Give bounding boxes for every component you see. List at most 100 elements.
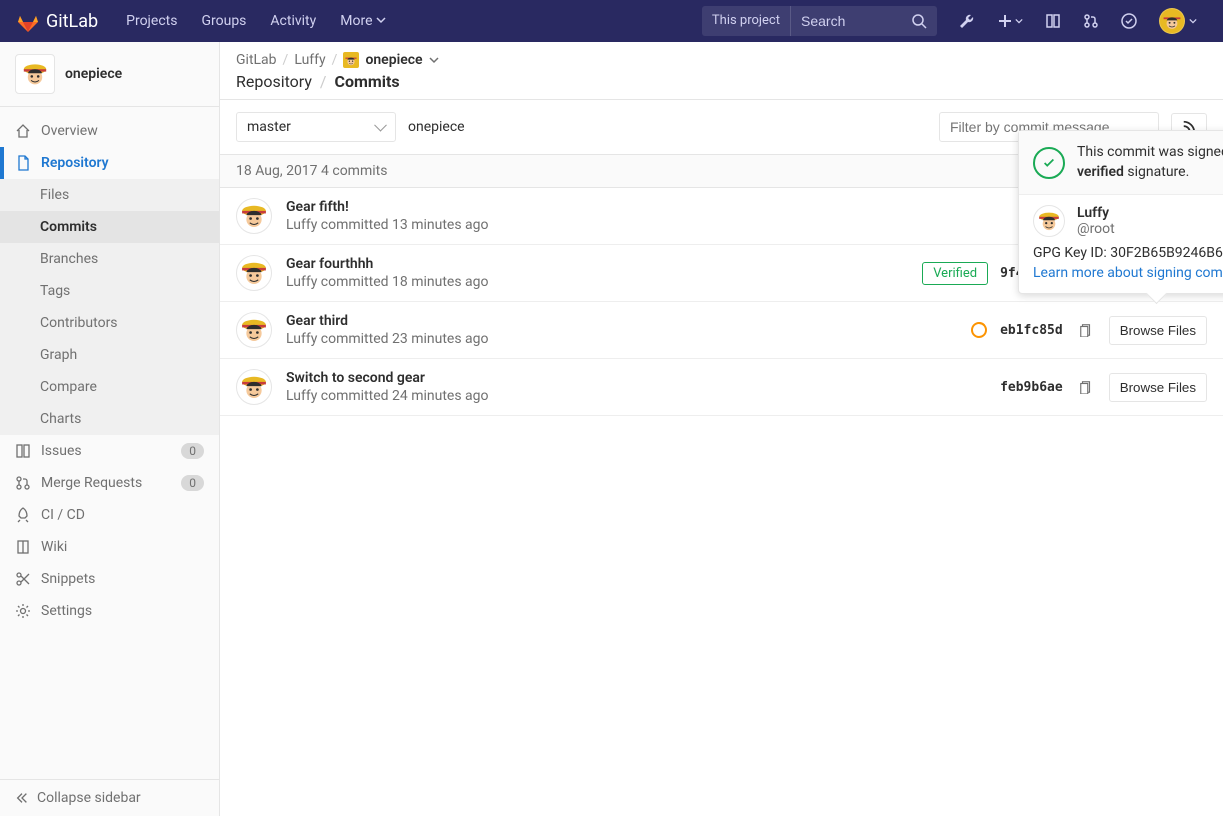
commit-row: Gear third Luffy committed 23 minutes ag… — [220, 302, 1223, 359]
issues-count-badge: 0 — [181, 443, 204, 459]
issues-icon — [15, 443, 31, 459]
verified-check-icon — [1033, 147, 1065, 179]
browse-files-button[interactable]: Browse Files — [1109, 316, 1207, 345]
clipboard-icon — [1079, 323, 1093, 337]
sidebar-item-snippets[interactable]: Snippets — [0, 563, 219, 595]
doc-icon — [15, 155, 31, 171]
wrench-icon — [959, 13, 975, 29]
chevron-down-icon — [376, 15, 386, 25]
sidebar-sub-contributors[interactable]: Contributors — [0, 307, 219, 339]
search-scope[interactable]: This project — [702, 6, 791, 36]
mr-shortcut[interactable] — [1073, 0, 1109, 42]
sidebar-item-wiki[interactable]: Wiki — [0, 531, 219, 563]
commit-row: Switch to second gear Luffy committed 24… — [220, 359, 1223, 416]
popover-user-avatar-icon — [1033, 205, 1065, 237]
issues-icon — [1045, 13, 1061, 29]
collapse-sidebar-button[interactable]: Collapse sidebar — [0, 779, 219, 816]
main: GitLab / Luffy / onepiece Repository / C… — [220, 42, 1223, 816]
popover-key: GPG Key ID: 30F2B65B9246B6CA — [1019, 241, 1223, 265]
sidebar-sub-files[interactable]: Files — [0, 179, 219, 211]
commit-title[interactable]: Switch to second gear — [286, 370, 986, 386]
sidebar-item-issues[interactable]: Issues 0 — [0, 435, 219, 467]
top-nav: GitLab Projects Groups Activity More Thi… — [0, 0, 1223, 42]
sidebar-sub-commits[interactable]: Commits — [0, 211, 219, 243]
popover-user-handle: @root — [1077, 221, 1115, 237]
crumb-project[interactable]: onepiece — [365, 52, 422, 68]
todos-shortcut[interactable] — [1111, 0, 1147, 42]
commit-sha[interactable]: eb1fc85d — [1000, 323, 1063, 338]
sidebar-item-label: Repository — [41, 155, 109, 171]
sidebar-sub-tags[interactable]: Tags — [0, 275, 219, 307]
sidebar-sub-charts[interactable]: Charts — [0, 403, 219, 435]
learn-more-link[interactable]: Learn more about signing commits — [1033, 265, 1223, 281]
search-input[interactable] — [791, 13, 901, 29]
check-circle-icon — [1121, 13, 1137, 29]
sidebar-item-merge-requests[interactable]: Merge Requests 0 — [0, 467, 219, 499]
commit-meta: Luffy committed 13 minutes ago — [286, 217, 983, 233]
crumb-project-avatar-icon — [343, 52, 359, 68]
nav-activity[interactable]: Activity — [258, 0, 328, 42]
sidebar-item-label: Merge Requests — [41, 475, 142, 491]
admin-icon[interactable] — [949, 0, 985, 42]
scissors-icon — [15, 571, 31, 587]
sidebar-sub-compare[interactable]: Compare — [0, 371, 219, 403]
crumb-group[interactable]: Luffy — [294, 52, 325, 68]
sidebar-item-label: Settings — [41, 603, 92, 619]
project-avatar-icon — [15, 54, 55, 94]
user-avatar-icon — [1159, 8, 1185, 34]
browse-files-button[interactable]: Browse Files — [1109, 373, 1207, 402]
sidebar-sub-graph[interactable]: Graph — [0, 339, 219, 371]
user-menu[interactable] — [1149, 0, 1207, 42]
book-icon — [15, 539, 31, 555]
nav-groups[interactable]: Groups — [189, 0, 258, 42]
copy-sha-button[interactable] — [1075, 376, 1097, 398]
sidebar-item-cicd[interactable]: CI / CD — [0, 499, 219, 531]
search-icon — [911, 13, 927, 29]
collapse-label: Collapse sidebar — [37, 790, 141, 806]
pipeline-running-icon[interactable] — [970, 321, 988, 339]
sidebar-item-label: CI / CD — [41, 507, 85, 523]
nav-projects[interactable]: Projects — [114, 0, 189, 42]
breadcrumb-wrap: GitLab / Luffy / onepiece Repository / C… — [220, 42, 1223, 100]
logo-text: GitLab — [46, 11, 98, 32]
sidebar-header[interactable]: onepiece — [0, 42, 219, 107]
sidebar-item-label: Overview — [41, 123, 98, 139]
copy-sha-button[interactable] — [1075, 319, 1097, 341]
sidebar-sub-branches[interactable]: Branches — [0, 243, 219, 275]
commit-meta: Luffy committed 18 minutes ago — [286, 274, 908, 290]
chevron-down-icon[interactable] — [429, 55, 439, 65]
commit-author-avatar-icon[interactable] — [236, 312, 272, 348]
search-button[interactable] — [901, 13, 937, 29]
chevron-down-icon — [1015, 17, 1023, 25]
sidebar-item-overview[interactable]: Overview — [0, 115, 219, 147]
clipboard-icon — [1079, 380, 1093, 394]
crumb-root[interactable]: GitLab — [236, 52, 277, 68]
subcrumb: Repository / Commits — [236, 72, 1207, 91]
commit-sha[interactable]: feb9b6ae — [1000, 380, 1063, 395]
gitlab-logo-icon — [16, 9, 40, 33]
path-text: onepiece — [408, 119, 465, 135]
plus-dropdown[interactable] — [987, 0, 1033, 42]
logo[interactable]: GitLab — [16, 9, 98, 33]
collapse-icon — [15, 791, 29, 805]
breadcrumb: GitLab / Luffy / onepiece — [236, 52, 1207, 68]
commit-title[interactable]: Gear fourthhh — [286, 256, 908, 272]
sidebar-item-repository[interactable]: Repository — [0, 147, 219, 179]
verified-badge[interactable]: Verified — [922, 262, 988, 285]
nav-more[interactable]: More — [328, 0, 398, 42]
subcrumb-section[interactable]: Repository — [236, 72, 312, 91]
commit-author-avatar-icon[interactable] — [236, 369, 272, 405]
commit-author-avatar-icon[interactable] — [236, 198, 272, 234]
commit-author-avatar-icon[interactable] — [236, 255, 272, 291]
commit-title[interactable]: Gear fifth! — [286, 199, 983, 215]
issues-shortcut[interactable] — [1035, 0, 1071, 42]
sidebar-item-settings[interactable]: Settings — [0, 595, 219, 627]
commit-title[interactable]: Gear third — [286, 313, 956, 329]
branch-select[interactable]: master — [236, 112, 396, 142]
sidebar-sub-repository: Files Commits Branches Tags Contributors… — [0, 179, 219, 435]
merge-request-icon — [15, 475, 31, 491]
sidebar-item-label: Issues — [41, 443, 82, 459]
mr-count-badge: 0 — [181, 475, 204, 491]
nav-links: Projects Groups Activity More — [114, 0, 398, 42]
popover-user-name[interactable]: Luffy — [1077, 205, 1115, 221]
